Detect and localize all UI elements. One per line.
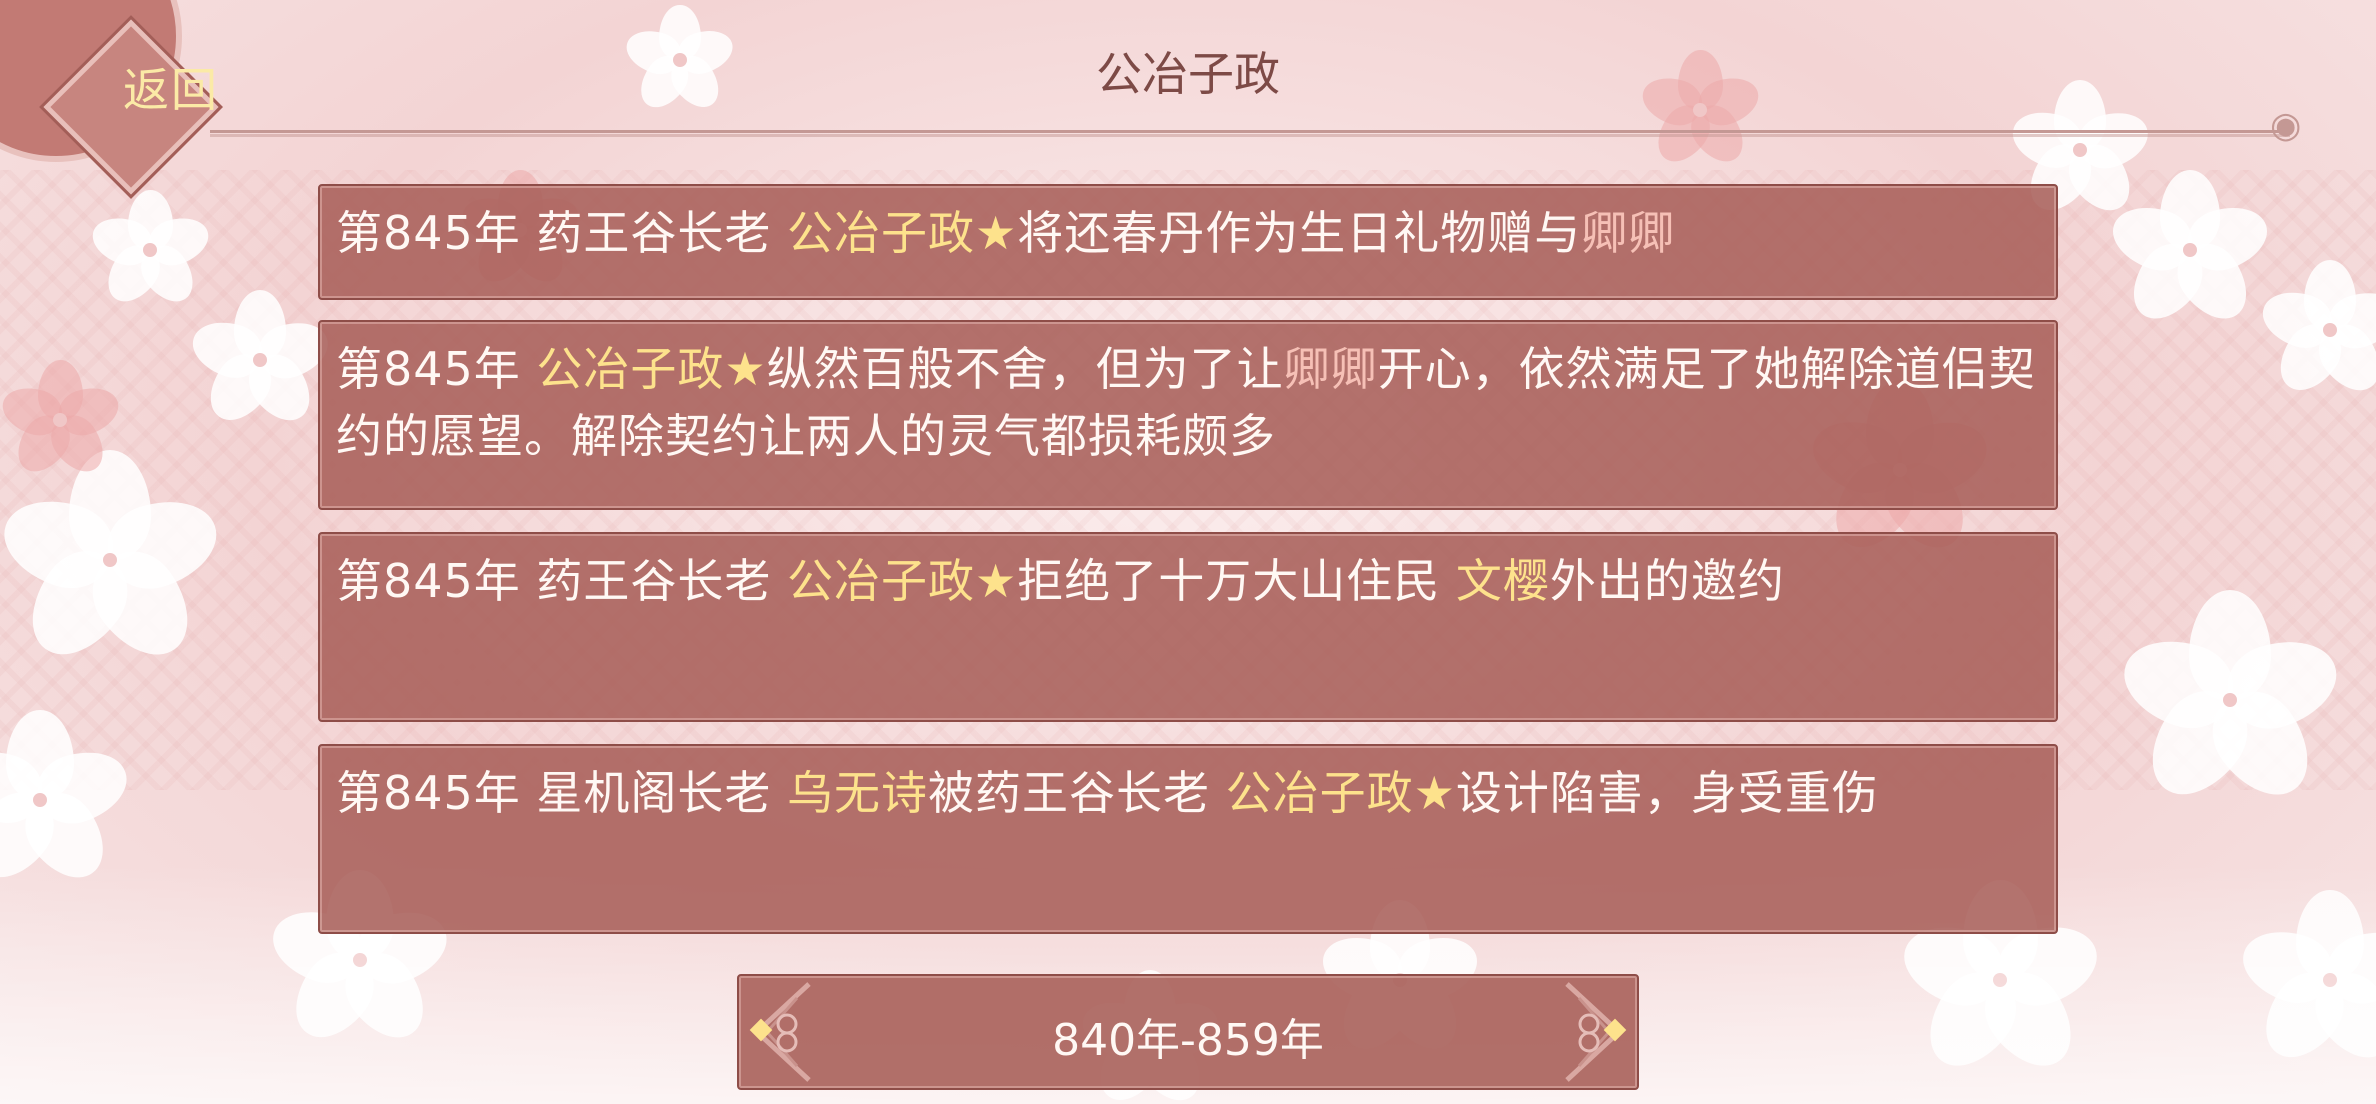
event-text-segment: 被药王谷长老 [928, 766, 1226, 820]
event-text-segment: 第845年 药王谷长老 [336, 554, 788, 608]
event-card: 第845年 公冶子政★纵然百般不舍，但为了让卿卿开心，依然满足了她解除道侣契约的… [318, 320, 2058, 510]
ornate-right-arrow-icon [1565, 982, 1627, 1082]
event-text-segment: 设计陷害，身受重伤 [1455, 766, 1879, 820]
character-name: 公冶子政★ [1225, 766, 1456, 820]
back-button-label[interactable]: 返回 [106, 60, 236, 120]
event-text-segment: 拒绝了十万大山住民 [1017, 554, 1456, 608]
event-card: 第845年 药王谷长老 公冶子政★拒绝了十万大山住民 文樱外出的邀约 [318, 532, 2058, 722]
event-text: 第845年 星机阁长老 乌无诗被药王谷长老 公冶子政★设计陷害，身受重伤 [336, 766, 1879, 820]
cloud-ornament-icon: ◉ [2270, 105, 2302, 146]
next-period-button[interactable] [1547, 976, 1637, 1088]
period-label: 840年-859年 [1052, 1015, 1324, 1066]
item-name: 卿卿 [1581, 206, 1676, 260]
item-name: 卿卿 [1283, 342, 1378, 396]
character-name: 公冶子政★ [787, 554, 1018, 608]
character-name: 文樱 [1455, 554, 1550, 608]
event-text-segment: 将还春丹作为生日礼物赠与 [1017, 206, 1582, 260]
event-text-segment: 第845年 [336, 342, 537, 396]
event-card: 第845年 星机阁长老 乌无诗被药王谷长老 公冶子政★设计陷害，身受重伤 [318, 744, 2058, 934]
event-text-segment: 外出的邀约 [1549, 554, 1785, 608]
character-name: 公冶子政★ [536, 342, 767, 396]
event-text-segment: 第845年 药王谷长老 [336, 206, 788, 260]
character-name: 公冶子政★ [787, 206, 1018, 260]
header-divider [210, 130, 2290, 133]
event-text: 第845年 药王谷长老 公冶子政★将还春丹作为生日礼物赠与卿卿 [336, 206, 1675, 260]
event-card: 第845年 药王谷长老 公冶子政★将还春丹作为生日礼物赠与卿卿 [318, 184, 2058, 300]
event-text: 第845年 公冶子政★纵然百般不舍，但为了让卿卿开心，依然满足了她解除道侣契约的… [336, 342, 2036, 463]
period-selector: 840年-859年 [737, 974, 1639, 1090]
event-text: 第845年 药王谷长老 公冶子政★拒绝了十万大山住民 文樱外出的邀约 [336, 554, 1785, 608]
event-text-segment: 第845年 星机阁长老 [336, 766, 788, 820]
character-name: 乌无诗 [787, 766, 929, 820]
event-text-segment: 纵然百般不舍，但为了让 [766, 342, 1284, 396]
page-title: 公冶子政 [1096, 47, 1280, 101]
